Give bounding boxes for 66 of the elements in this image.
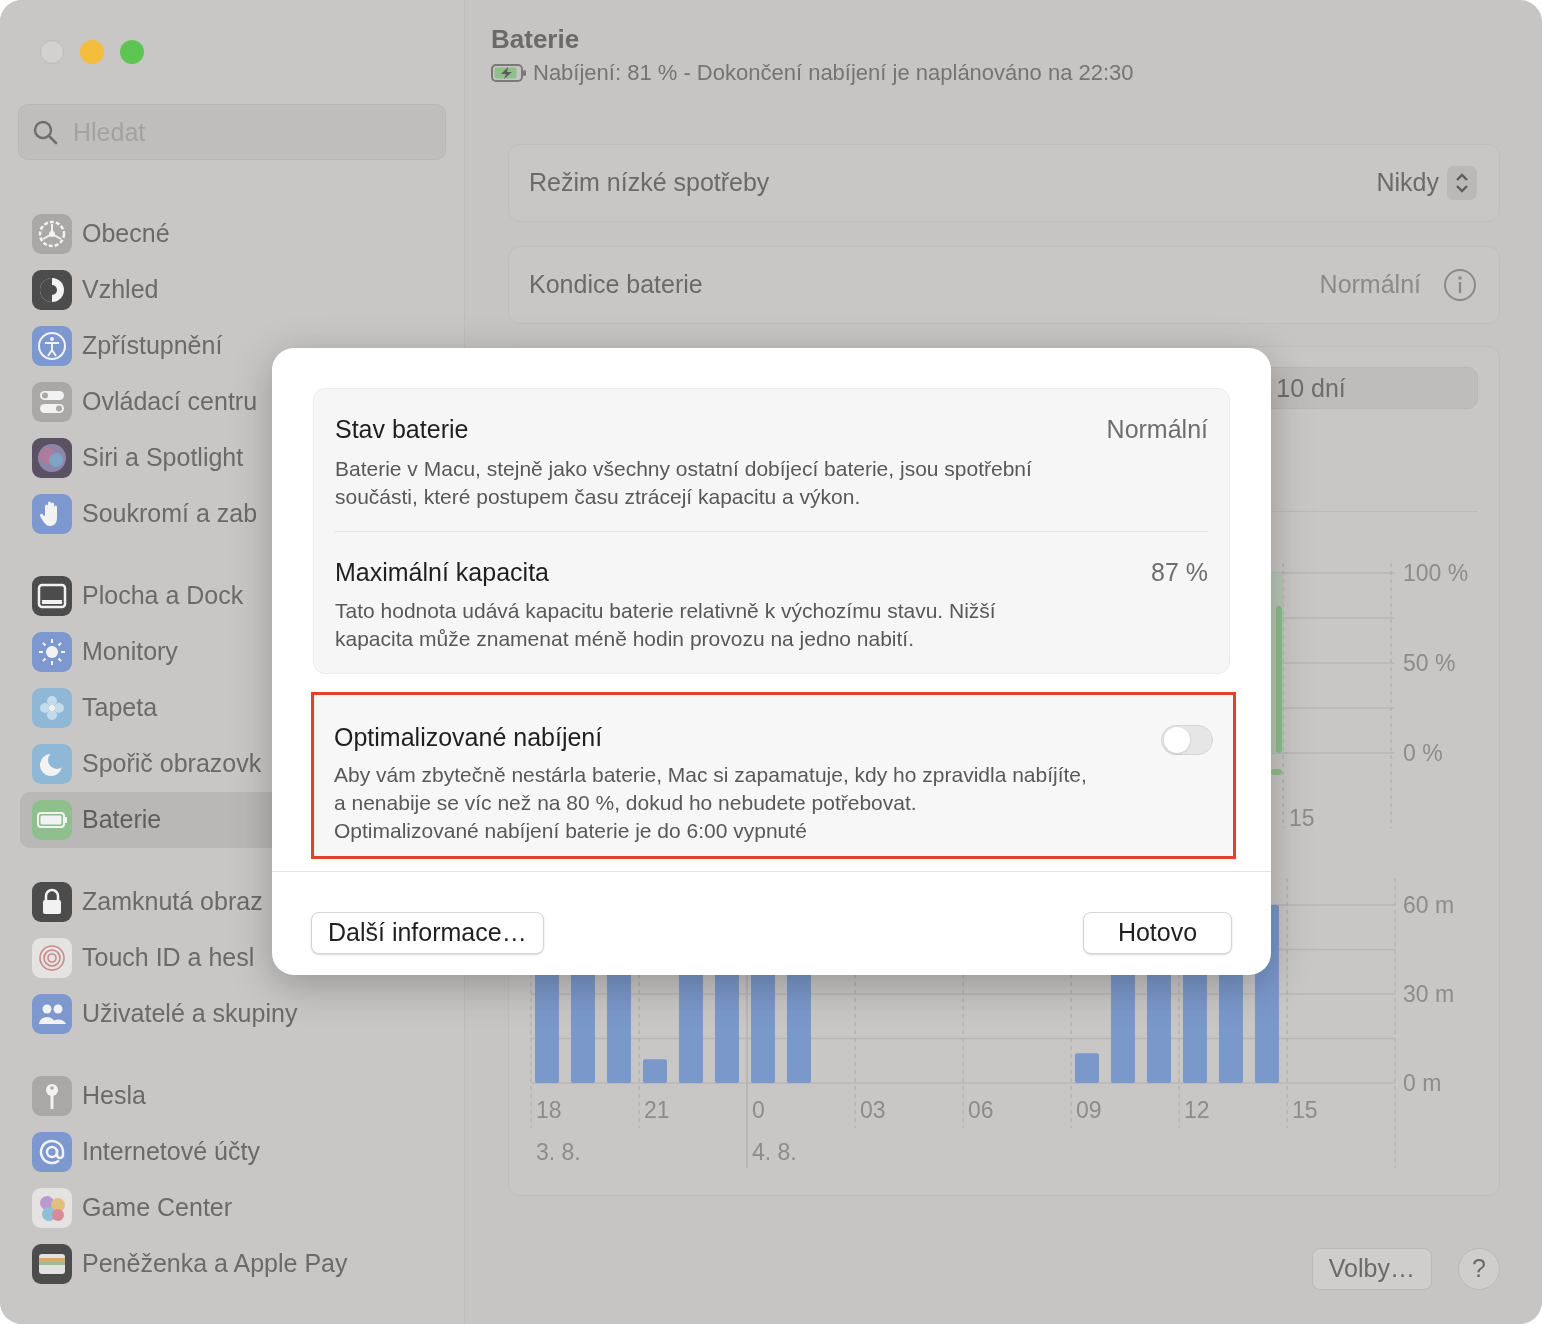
more-info-button[interactable]: Další informace… [311,912,544,954]
sidebar-item[interactable]: Uživatelé a skupiny [20,986,444,1042]
help-button[interactable]: ? [1458,1248,1500,1290]
sidebar-item[interactable]: Vzhled [20,262,444,318]
hand-icon [32,494,72,534]
row-title: Optimalizované nabíjení [334,722,604,753]
setting-label: Režim nízké spotřeby [529,167,770,199]
key-icon [32,1076,72,1116]
wallet-icon [32,1244,72,1284]
axis-label: 30 m [1403,981,1455,1007]
appearance-icon [32,270,72,310]
axis-label: 15 [1292,1097,1318,1123]
axis-label: 15 [1289,805,1315,831]
minimize-window-button[interactable] [80,40,104,64]
row-value: Normální [1106,414,1208,445]
gear-icon [32,214,72,254]
people-icon [32,994,72,1034]
axis-label: 50 % [1403,650,1456,676]
bubbles-icon [32,1188,72,1228]
axis-label: 21 [644,1097,670,1123]
sidebar-item[interactable]: Game Center [20,1180,444,1236]
date-label: 4. 8. [752,1139,797,1165]
axis-label: 03 [860,1097,886,1123]
page-title: Baterie [491,23,581,56]
battery-icon [32,800,72,840]
setting-label: Kondice baterie [529,269,703,301]
charging-status: Nabíjení: 81 % - Dokončení nabíjení je naplánováno na 22:30 [533,59,1134,87]
sidebar-item[interactable]: Obecné [20,206,444,262]
dock-icon [32,576,72,616]
axis-label: 100 % [1403,560,1469,586]
axis-label: 09 [1076,1097,1102,1123]
sidebar-item[interactable]: Internetové účty [20,1124,444,1180]
sidebar-item[interactable]: Zpřístupnění [20,318,444,374]
axis-label: 0 % [1403,740,1443,766]
axis-label: 06 [968,1097,994,1123]
toggles-icon [32,382,72,422]
flower-icon [32,688,72,728]
row-title: Maximální kapacita [335,556,549,588]
axis-label: 0 [752,1097,765,1123]
axis-label: 18 [536,1097,562,1123]
at-sign-icon [32,1132,72,1172]
done-button[interactable]: Hotovo [1083,912,1232,954]
axis-label: 0 m [1403,1070,1442,1096]
axis-label: 12 [1184,1097,1210,1123]
date-label: 3. 8. [536,1139,581,1165]
row-description: Baterie v Macu, stejně jako všechny ostatní dobíjecí baterie, jsou spotřební součásti, které postupem času ztrácejí kapacitu a výkon. [335,455,1033,510]
search-icon [32,119,58,145]
accessibility-icon [32,326,72,366]
charging-battery-icon [491,62,527,83]
mode-popup[interactable]: Nikdy [1376,164,1477,202]
stepper-icon [1447,166,1477,200]
row-title: Stav baterie [335,414,469,445]
setting-value: Normální [1319,269,1421,301]
axis-label: 60 m [1403,892,1455,918]
info-icon[interactable] [1443,268,1477,302]
toggle-switch[interactable] [1161,725,1213,755]
sidebar-item[interactable]: Peněženka a Apple Pay [20,1236,444,1292]
sun-icon [32,632,72,672]
orb-icon [32,438,72,478]
zoom-window-button[interactable] [120,40,144,64]
sidebar-item[interactable]: Hesla [20,1068,444,1124]
moon-icon [32,744,72,784]
options-button[interactable]: Volby… [1311,1248,1432,1290]
lock-icon [32,882,72,922]
row-value: 87 % [1151,556,1208,588]
row-description: Tato hodnota udává kapacitu baterie relativně k výchozímu stavu. Nižší kapacita může znamenat méně hodin provozu na jedno nabití. [335,598,997,652]
